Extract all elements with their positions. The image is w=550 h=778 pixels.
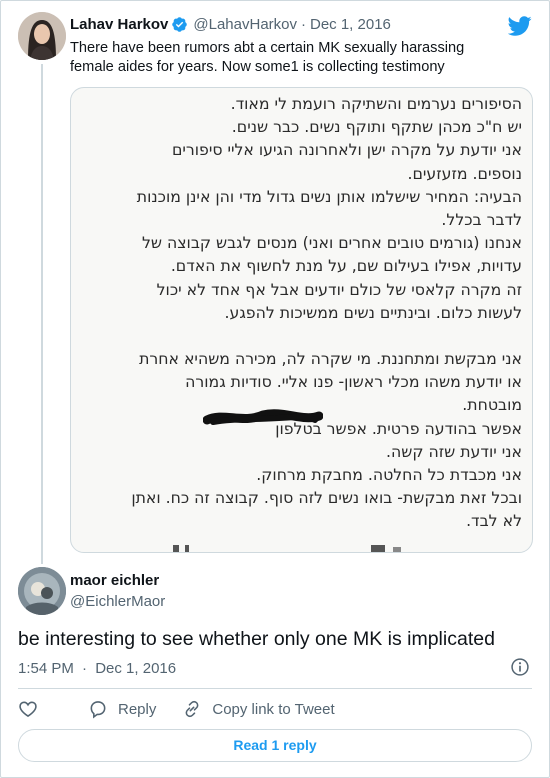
parent-author-handle[interactable]: @LahavHarkov <box>193 16 297 33</box>
read-replies-button[interactable]: Read 1 reply <box>18 729 532 762</box>
actions-divider <box>18 688 532 689</box>
hebrew-text-line: לעשות כלום. ובינתיים נשים ממשיכות להפגע. <box>224 302 522 322</box>
reply-time[interactable]: 1:54 PM <box>18 660 74 677</box>
hebrew-text-line: לדבר בכלל. <box>441 210 522 230</box>
twitter-bird-icon[interactable] <box>508 14 532 38</box>
hebrew-text-line: הבעיה: המחיר שישלמו אותן נשים גדול מדי ו… <box>136 186 522 206</box>
copy-link-label: Copy link to Tweet <box>212 700 335 718</box>
parent-avatar[interactable] <box>18 12 66 60</box>
info-icon[interactable] <box>510 657 530 677</box>
reply-avatar[interactable] <box>18 567 66 615</box>
hebrew-text-line: ובכל זאת מבקשת- בואו נשים לזה סוף. קבוצה… <box>131 488 522 508</box>
copy-link-button[interactable]: Copy link to Tweet <box>182 699 335 719</box>
parent-header: Lahav Harkov @LahavHarkov · Dec 1, 2016 <box>70 16 391 33</box>
parent-tweet-text: There have been rumors abt a certain MK … <box>70 40 465 75</box>
timestamp-separator: · <box>82 660 88 677</box>
hebrew-text-line: זה מקרה קלאסי של כולם יודעים אבל אף אחד … <box>156 279 522 299</box>
image-bottom-edge-marks <box>173 545 401 552</box>
hebrew-text-line: עדויות, אפילו בעילום שם, על מנת לחשוף את… <box>170 256 522 276</box>
reply-button[interactable]: Reply <box>88 699 156 719</box>
hebrew-text-line: אני מבקשת ומתחננת. מי שקרה לה, מכירה משה… <box>139 349 522 369</box>
tweet-actions-bar: Reply Copy link to Tweet <box>18 698 361 720</box>
reply-timestamp[interactable]: 1:54 PM · Dec 1, 2016 <box>18 660 176 677</box>
hebrew-text-line: לא לבד. <box>466 511 522 531</box>
parent-date[interactable]: Dec 1, 2016 <box>310 16 391 33</box>
header-separator: · <box>301 16 306 33</box>
hebrew-text-line: אנחנו (גורמים טובים אחרים ואני) מנסים לג… <box>141 233 522 253</box>
hebrew-text-line: אני יודעת שזה קשה. <box>386 441 522 461</box>
parent-author-name[interactable]: Lahav Harkov <box>70 16 168 33</box>
hebrew-text-line: הסיפורים נערמים והשתיקה רועמת לי מאוד. <box>230 94 522 113</box>
hebrew-text-line <box>85 324 522 347</box>
link-icon <box>185 700 199 718</box>
heart-icon <box>19 701 37 718</box>
hebrew-text-line: או יודעת משהו מכלי ראשון- פנו אליי. סודי… <box>185 372 522 392</box>
reply-author-name[interactable]: maor eichler <box>70 572 159 589</box>
hebrew-text-line: אני מכבדת כל החלטה. מחבקת מרחוק. <box>256 465 522 485</box>
thread-connector-line <box>41 64 43 564</box>
reply-tweet-text: be interesting to see whether only one M… <box>18 628 495 650</box>
parent-tweet: Lahav Harkov @LahavHarkov · Dec 1, 2016 … <box>0 0 550 564</box>
tweet-image[interactable]: הסיפורים נערמים והשתיקה רועמת לי מאוד. יש… <box>70 87 533 553</box>
hebrew-text-line: יש ח"כ מכהן שתקף ותוקף נשים. כבר שנים. <box>231 117 522 137</box>
hebrew-text-line: אני יודעת על מקרה ישן ולאחרונה הגיעו אלי… <box>171 140 522 160</box>
hebrew-text-line: נוספים. מזעזעים. <box>407 163 523 183</box>
redaction-scribble <box>203 409 323 425</box>
reply-label: Reply <box>118 700 157 718</box>
like-button[interactable] <box>18 699 38 719</box>
verified-badge-icon <box>172 17 188 32</box>
reply-author-handle[interactable]: @EichlerMaor <box>70 593 165 610</box>
hebrew-text-screenshot: הסיפורים נערמים והשתיקה רועמת לי מאוד. יש… <box>71 88 532 552</box>
reply-date[interactable]: Dec 1, 2016 <box>95 660 176 677</box>
speech-bubble-icon <box>90 701 106 719</box>
